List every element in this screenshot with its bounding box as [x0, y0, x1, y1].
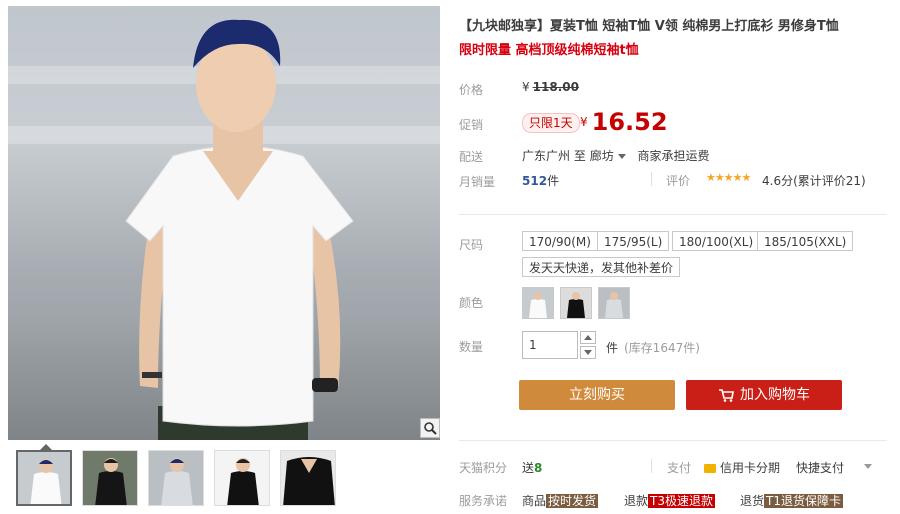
points-prefix: 送	[522, 461, 535, 475]
buy-now-button[interactable]: 立刻购买	[519, 380, 675, 410]
model-figure	[125, 19, 354, 440]
sales-unit: 件	[547, 174, 560, 188]
thumbnail-3[interactable]	[148, 450, 204, 506]
chevron-down-icon[interactable]	[864, 464, 872, 469]
divider	[651, 172, 652, 186]
chevron-up-icon	[584, 335, 592, 340]
chevron-down-icon	[584, 350, 592, 355]
service-refund[interactable]: 退款 T3极速退款	[624, 492, 715, 509]
original-price-value: 118.00	[532, 80, 579, 94]
thumbnail-5[interactable]	[280, 450, 336, 506]
service-refund-label: 退款	[624, 494, 649, 508]
points-value: 送8	[522, 459, 542, 476]
color-label: 颜色	[459, 296, 484, 310]
points-label: 天猫积分	[459, 461, 508, 475]
service-refund-tag[interactable]: T3极速退款	[648, 494, 715, 508]
color-swatch-white[interactable]	[522, 287, 554, 319]
color-swatch-black[interactable]	[560, 287, 592, 319]
thumbnail-2[interactable]	[82, 450, 138, 506]
quantity-unit: 件	[606, 341, 619, 355]
cart-icon	[719, 389, 734, 402]
currency-symbol: ¥	[522, 80, 530, 94]
service-return-tag[interactable]: T1退货保障卡	[764, 494, 843, 508]
section-divider	[459, 440, 887, 441]
credit-text[interactable]: 信用卡分期	[720, 461, 780, 475]
size-option[interactable]: 180/100(XL)	[672, 231, 761, 251]
service-goods[interactable]: 商品 按时发货	[522, 492, 599, 509]
size-option[interactable]: 175/95(L)	[597, 231, 670, 251]
quantity-decrease-button[interactable]	[580, 346, 596, 359]
divider	[651, 459, 652, 473]
zoom-button[interactable]	[420, 418, 440, 438]
service-return[interactable]: 退货 T1退货保障卡	[740, 492, 843, 509]
ship-from: 广东广州	[522, 149, 571, 163]
pay-expand[interactable]	[864, 459, 872, 473]
ship-fee: 商家承担运费	[637, 149, 710, 163]
promo-tag: 只限1天	[522, 113, 580, 133]
quantity-increase-button[interactable]	[580, 331, 596, 344]
ship-destination[interactable]: 廊坊	[590, 149, 614, 163]
stock-text: (库存1647件)	[624, 341, 700, 355]
promo-price-value: 16.52	[591, 108, 668, 136]
ship-to-word: 至	[573, 149, 586, 163]
color-swatch-gray[interactable]	[598, 287, 630, 319]
rating-label: 评价	[666, 174, 691, 188]
credit-installment[interactable]: 信用卡分期	[704, 459, 780, 476]
quick-pay-text[interactable]: 快捷支付	[796, 461, 844, 475]
add-to-cart-label: 加入购物车	[740, 387, 810, 403]
shipping-info: 广东广州 至 廊坊 商家承担运费	[522, 147, 710, 164]
chevron-down-icon[interactable]	[617, 153, 626, 159]
rating-text[interactable]: 4.6分(累计评价21)	[762, 172, 866, 189]
promo-currency: ¥	[580, 115, 588, 129]
shipping-label: 配送	[459, 150, 484, 164]
size-label: 尺码	[459, 238, 484, 252]
size-option[interactable]: 发天天快递，发其他补差价	[522, 257, 681, 277]
promo-price: ¥16.52	[580, 108, 668, 136]
points-number: 8	[534, 461, 543, 475]
quantity-input[interactable]	[522, 331, 578, 359]
rating-stars-icon: ★★★★★	[706, 171, 751, 184]
service-goods-label: 商品	[522, 494, 547, 508]
magnifier-icon	[424, 422, 437, 435]
service-label: 服务承诺	[459, 494, 508, 508]
section-divider	[459, 214, 887, 215]
main-product-image[interactable]	[8, 6, 440, 440]
ship-destination-select[interactable]: 廊坊	[590, 149, 634, 163]
original-price: ¥118.00	[522, 80, 579, 94]
add-to-cart-button[interactable]: 加入购物车	[686, 380, 842, 410]
quantity-label: 数量	[459, 340, 484, 354]
service-goods-tag[interactable]: 按时发货	[546, 494, 599, 508]
sales-count: 512	[522, 174, 548, 188]
product-title: 【九块邮独享】夏装T恤 短袖T恤 V领 纯棉男上打底衫 男修身T恤	[459, 19, 839, 34]
size-option[interactable]: 170/90(M)	[522, 231, 598, 251]
sales-label: 月销量	[459, 175, 496, 189]
monthly-sales: 512件	[522, 172, 559, 189]
thumbnail-4[interactable]	[214, 450, 270, 506]
price-label: 价格	[459, 83, 484, 97]
service-return-label: 退货	[740, 494, 765, 508]
size-option[interactable]: 185/105(XXL)	[757, 231, 854, 251]
quick-pay[interactable]: 快捷支付	[796, 459, 844, 476]
thumbnail-1[interactable]	[16, 450, 72, 506]
promo-label: 促销	[459, 118, 484, 132]
credit-card-icon	[704, 464, 716, 473]
pay-label: 支付	[667, 461, 692, 475]
product-subtitle: 限时限量 高档顶级纯棉短袖t恤	[459, 43, 639, 58]
